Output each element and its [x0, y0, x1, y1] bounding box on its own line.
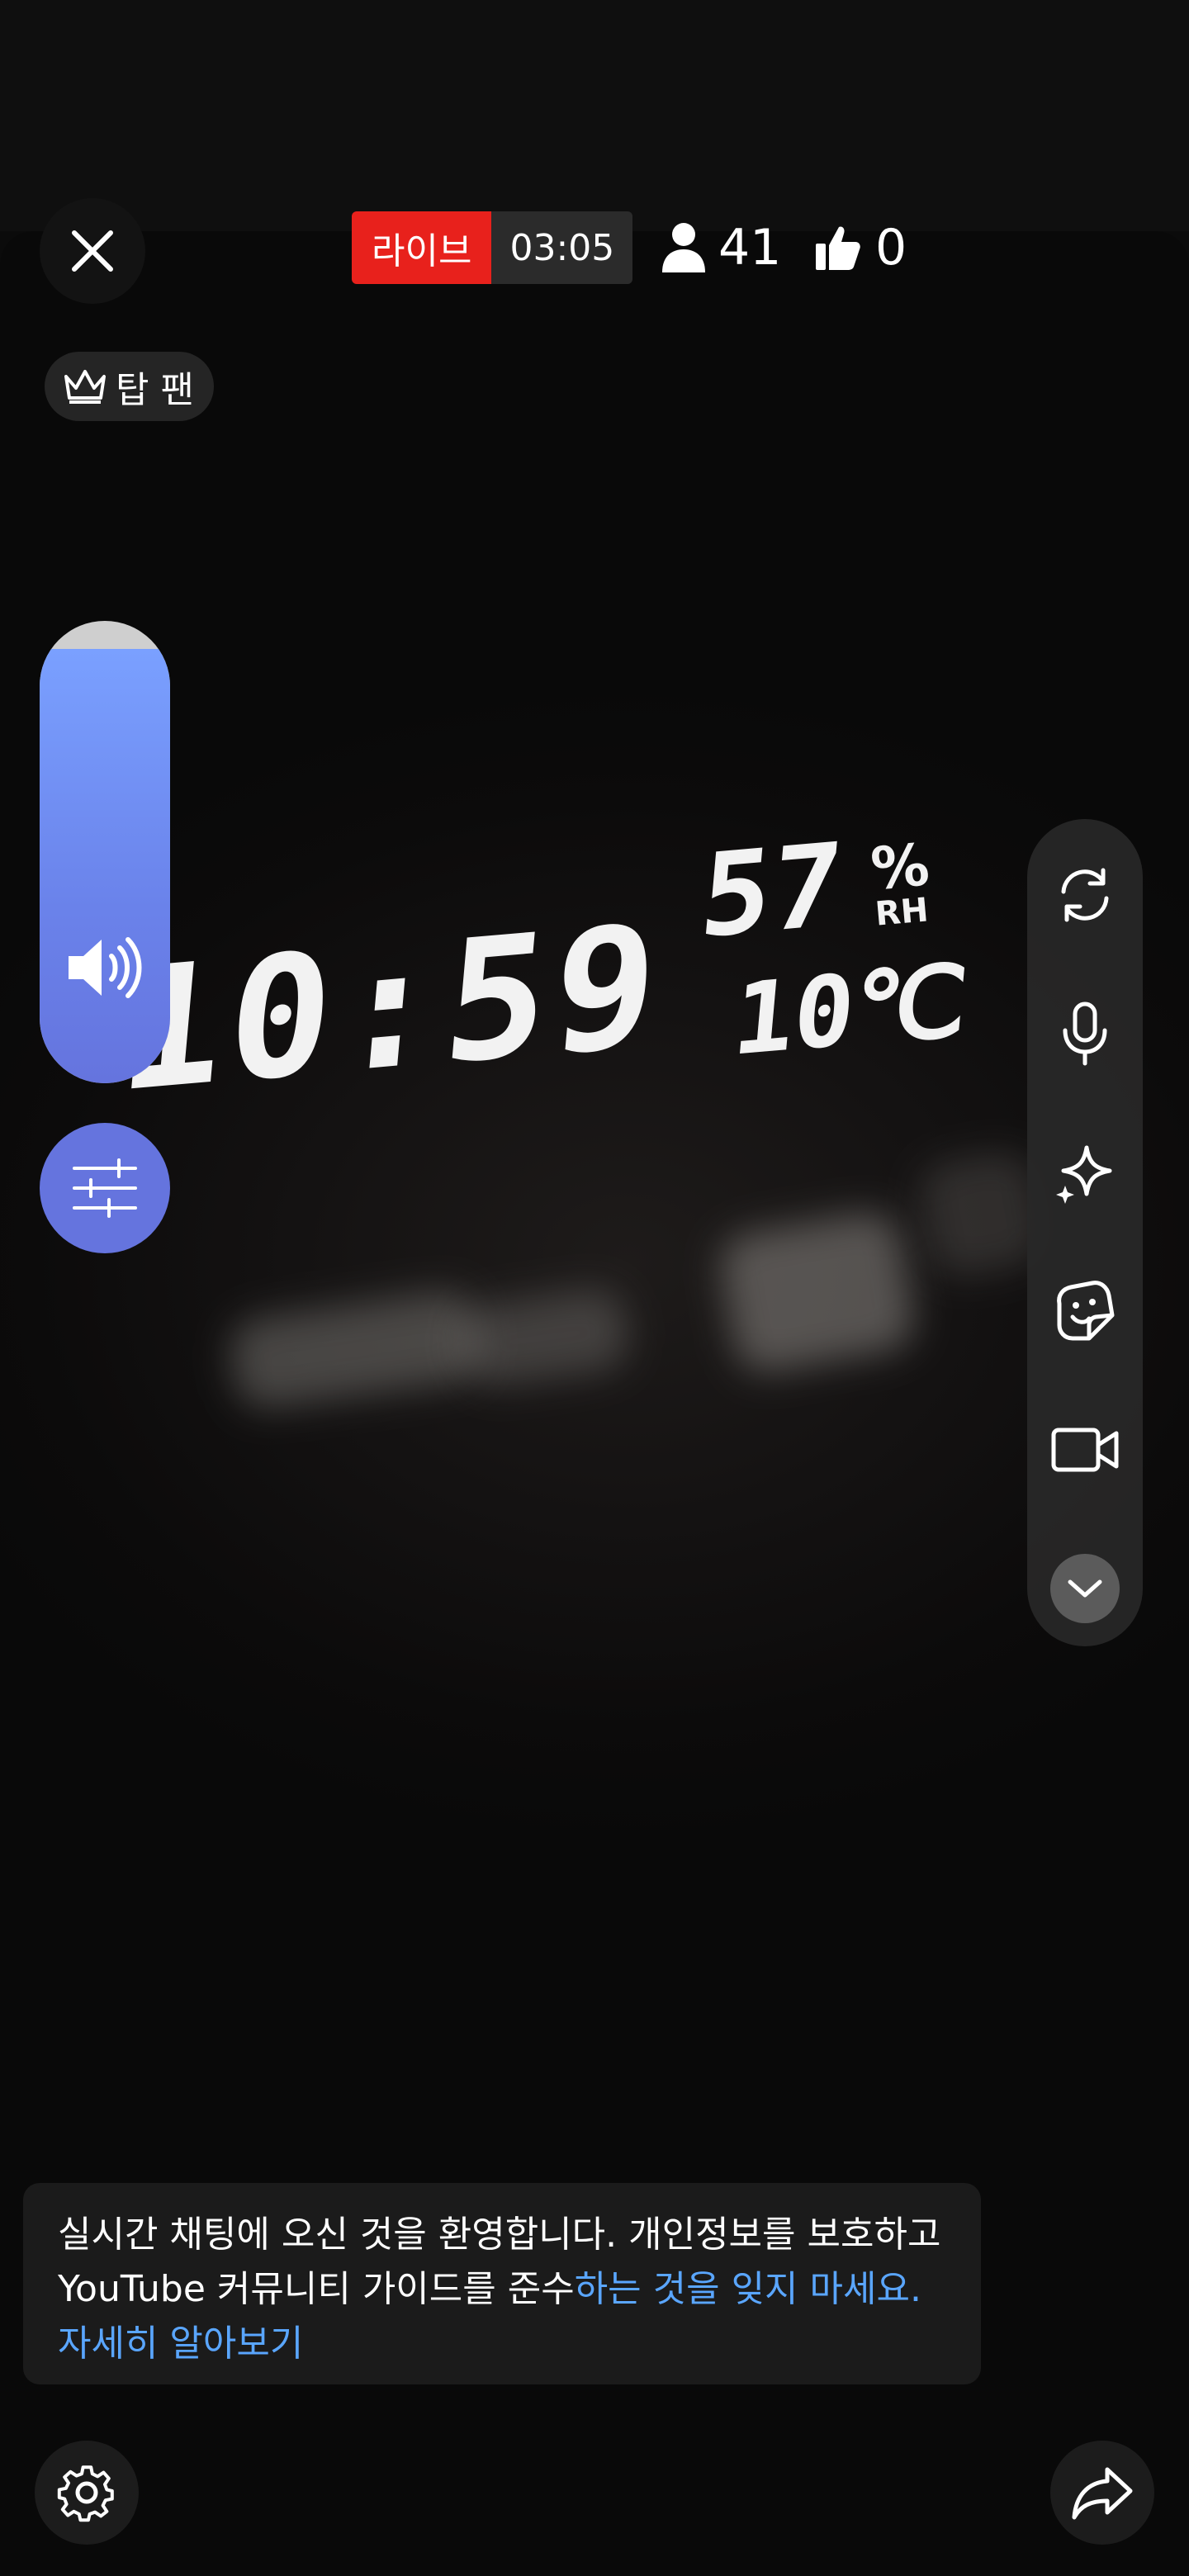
status-bar-area — [0, 0, 1189, 231]
live-timer: 03:05 — [491, 211, 633, 284]
person-icon — [662, 223, 705, 272]
camera-toolbar — [1027, 819, 1143, 1646]
reflection-glow — [457, 1285, 632, 1390]
clock-display-temperature: 10℃ — [728, 944, 973, 1078]
chevron-down-icon — [1068, 1579, 1102, 1598]
thumbs-up-icon — [816, 226, 860, 270]
volume-slider[interactable] — [40, 621, 170, 1083]
crown-icon — [64, 370, 106, 404]
video-button[interactable] — [1044, 1409, 1126, 1491]
reflection-glow — [225, 1287, 485, 1413]
volume-level — [40, 648, 170, 1083]
like-count-value: 0 — [875, 219, 907, 277]
close-icon — [72, 230, 113, 272]
flip-camera-button[interactable] — [1044, 854, 1126, 936]
humidity-unit: % — [868, 831, 932, 903]
clock-display-time: 10:59 — [111, 888, 670, 1130]
chat-welcome-banner: 실시간 채팅에 오신 것을 환영합니다. 개인정보를 보호하고 YouTube … — [23, 2183, 981, 2384]
effects-button[interactable] — [1044, 1131, 1126, 1214]
sparkle-icon — [1056, 1145, 1112, 1204]
close-button[interactable] — [40, 198, 145, 304]
camera-flip-icon — [1061, 868, 1109, 922]
live-badge: 라이브 — [352, 211, 492, 284]
more-tools-button[interactable] — [1050, 1554, 1120, 1623]
sliders-icon — [73, 1158, 137, 1218]
video-camera-icon — [1051, 1428, 1119, 1472]
top-fan-button[interactable]: 탑 팬 — [45, 352, 214, 421]
settings-button[interactable] — [35, 2441, 139, 2545]
microphone-button[interactable] — [1044, 992, 1126, 1075]
viewer-count: 41 — [661, 211, 781, 284]
stickers-button[interactable] — [1044, 1270, 1126, 1352]
clock-display-humidity: 57 — [694, 817, 848, 965]
filters-button[interactable] — [40, 1123, 170, 1253]
share-button[interactable] — [1050, 2441, 1154, 2545]
humidity-suffix: RH — [874, 891, 931, 934]
viewer-count-value: 41 — [718, 219, 782, 277]
reflection-glow — [715, 1207, 920, 1377]
sticker-icon — [1057, 1281, 1115, 1341]
live-status: 라이브 03:05 — [352, 211, 633, 284]
like-count: 0 — [814, 211, 907, 284]
gear-icon — [57, 2465, 114, 2522]
speaker-icon — [64, 926, 146, 1009]
top-fan-label: 탑 팬 — [116, 369, 194, 411]
microphone-icon — [1063, 1002, 1107, 1066]
share-arrow-icon — [1072, 2467, 1133, 2520]
